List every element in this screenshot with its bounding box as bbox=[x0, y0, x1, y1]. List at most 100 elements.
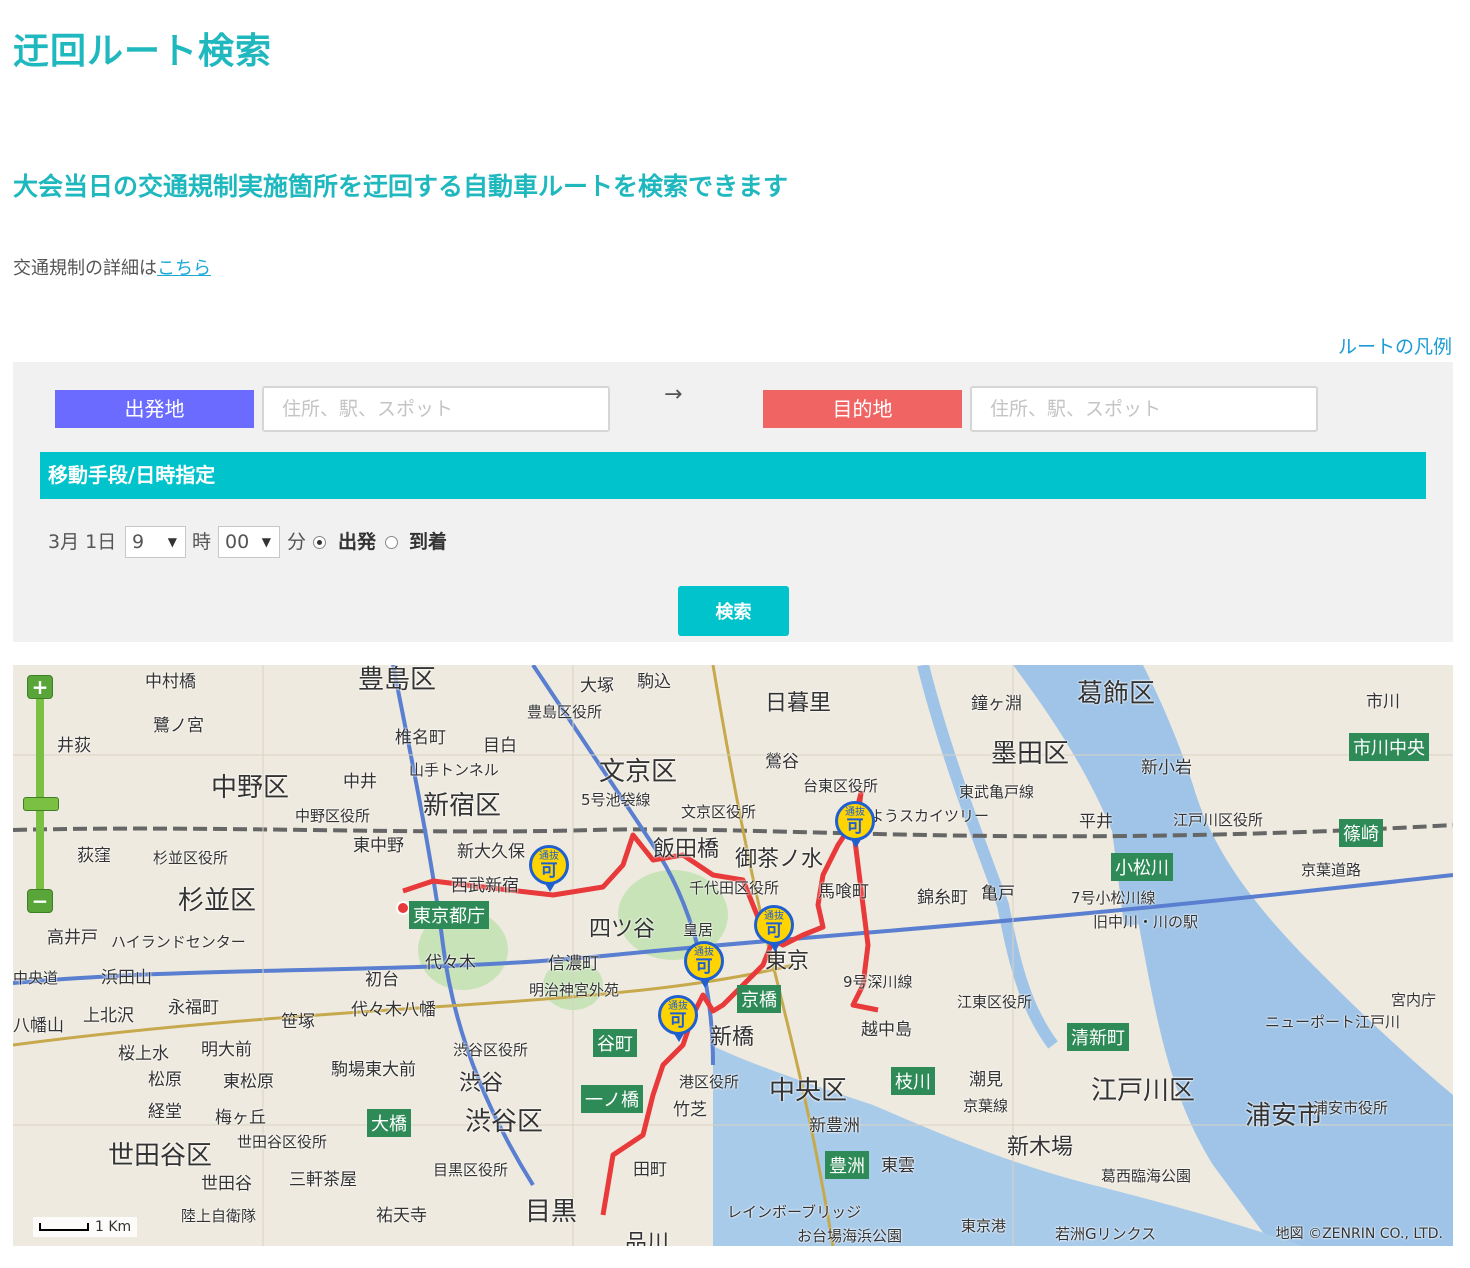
highlight-label: 一ノ橋 bbox=[581, 1085, 643, 1113]
town-label: 中井 bbox=[343, 772, 377, 792]
ward-label: 葛飾区 bbox=[1077, 679, 1156, 709]
town-label: 市川 bbox=[1366, 692, 1400, 712]
town-label: 三軒茶屋 bbox=[289, 1170, 357, 1190]
spot-label: 9号深川線 bbox=[843, 973, 913, 991]
scale-label: 1 Km bbox=[95, 1219, 132, 1235]
start-point-icon bbox=[396, 901, 410, 915]
route-legend-link[interactable]: ルートの凡例 bbox=[1338, 332, 1452, 359]
spot-label: 葛西臨海公園 bbox=[1101, 1167, 1192, 1185]
spot-label: 杉並区役所 bbox=[153, 849, 229, 867]
spot-label: 京葉道路 bbox=[1301, 861, 1362, 879]
origin-input[interactable] bbox=[262, 386, 610, 432]
town-label: 渋谷 bbox=[459, 1071, 504, 1096]
search-button[interactable]: 検索 bbox=[678, 586, 789, 636]
town-label: 明大前 bbox=[201, 1040, 252, 1060]
departure-label: 出発 bbox=[338, 531, 377, 553]
spot-label: 山手トンネル bbox=[409, 761, 499, 779]
spot-label: 港区役所 bbox=[679, 1073, 740, 1091]
ward-label: 浦安市 bbox=[1245, 1101, 1324, 1131]
town-label: 桜上水 bbox=[118, 1044, 169, 1064]
ward-label: 世田谷区 bbox=[108, 1141, 213, 1171]
minute-unit: 分 bbox=[287, 531, 307, 553]
town-label: 鷺ノ宮 bbox=[153, 716, 204, 736]
town-label: 中村橋 bbox=[145, 672, 196, 692]
detail-link[interactable]: こちら bbox=[157, 258, 211, 279]
zoom-track[interactable] bbox=[36, 695, 44, 895]
town-label: 上北沢 bbox=[83, 1006, 134, 1026]
town-label: 新大久保 bbox=[457, 842, 525, 862]
spot-label: 明治神宮外苑 bbox=[529, 981, 620, 999]
town-label: 東雲 bbox=[881, 1156, 915, 1176]
pin-bottom-label: 可 bbox=[669, 1011, 687, 1031]
map-copyright: 地図 ©ZENRIN CO., LTD. bbox=[1275, 1226, 1443, 1242]
ward-label: 墨田区 bbox=[991, 739, 1070, 769]
zoom-in-button[interactable]: + bbox=[27, 675, 53, 699]
ward-label: 文京区 bbox=[599, 757, 678, 787]
town-label: 梅ヶ丘 bbox=[215, 1108, 266, 1128]
spot-label: 京葉線 bbox=[963, 1097, 1009, 1115]
passable-pin-icon[interactable]: 通抜可 bbox=[754, 905, 794, 952]
town-label: 新豊洲 bbox=[809, 1116, 860, 1136]
ward-label: 中野区 bbox=[211, 773, 290, 803]
arrival-label: 到着 bbox=[409, 531, 448, 553]
spot-label: 中野区役所 bbox=[295, 807, 371, 825]
town-label: 鶯谷 bbox=[765, 752, 799, 772]
town-label: 新木場 bbox=[1007, 1135, 1074, 1160]
passable-pin-icon[interactable]: 通抜可 bbox=[529, 845, 569, 892]
spot-label: 台東区役所 bbox=[803, 777, 879, 795]
highlight-label: 小松川 bbox=[1111, 853, 1173, 881]
town-label: 潮見 bbox=[969, 1070, 1003, 1090]
town-label: 世田谷 bbox=[201, 1174, 252, 1194]
departure-radio[interactable] bbox=[313, 536, 326, 549]
town-label: 新小岩 bbox=[1141, 758, 1192, 778]
zoom-out-button[interactable]: − bbox=[27, 889, 53, 913]
minute-select[interactable]: 00 ▼ bbox=[218, 526, 280, 558]
spot-label: ニューポート江戸川 bbox=[1265, 1013, 1401, 1031]
town-label: 竹芝 bbox=[673, 1100, 707, 1120]
spot-label: 浦安市役所 bbox=[1313, 1099, 1389, 1117]
town-label: 目白 bbox=[483, 736, 517, 756]
town-label: 初台 bbox=[365, 970, 399, 990]
town-label: 駒場東大前 bbox=[331, 1060, 416, 1080]
passable-pin-icon[interactable]: 通抜可 bbox=[684, 941, 724, 988]
spot-label: 文京区役所 bbox=[681, 803, 757, 821]
ward-label: 杉並区 bbox=[178, 886, 257, 916]
spot-label: ハイランドセンター bbox=[111, 933, 246, 951]
spot-label: 東武亀戸線 bbox=[959, 783, 1035, 801]
destination-label: 目的地 bbox=[763, 390, 962, 428]
ward-label: 豊島区 bbox=[358, 665, 437, 695]
spot-label: 渋谷区役所 bbox=[453, 1041, 529, 1059]
town-label: 新橋 bbox=[710, 1025, 755, 1050]
destination-input[interactable] bbox=[970, 386, 1318, 432]
spot-label: 世田谷区役所 bbox=[237, 1133, 328, 1151]
zoom-control[interactable]: + − bbox=[23, 675, 59, 923]
town-label: 御茶ノ水 bbox=[735, 847, 824, 872]
pin-bottom-label: 可 bbox=[695, 957, 713, 977]
detail-text: 交通規制の詳細は bbox=[13, 258, 157, 279]
hour-value: 9 bbox=[132, 531, 145, 553]
town-label: 東中野 bbox=[353, 836, 404, 856]
search-panel: 出発地 → 目的地 移動手段/日時指定 3月 1日 9▼ 時 00▼ 分 出発 … bbox=[13, 362, 1453, 642]
minute-value: 00 bbox=[225, 531, 250, 553]
town-label: 鐘ヶ淵 bbox=[971, 694, 1022, 714]
spot-label: 宮内庁 bbox=[1391, 991, 1437, 1009]
spot-label: お台場海浜公園 bbox=[797, 1227, 903, 1245]
town-label: 高井戸 bbox=[47, 928, 98, 948]
town-label: 代々木八幡 bbox=[351, 1000, 436, 1020]
date-text: 3月 1日 bbox=[48, 531, 117, 553]
town-label: 代々木 bbox=[425, 953, 476, 973]
town-label: 井荻 bbox=[57, 736, 91, 756]
spot-label: 東京港 bbox=[961, 1217, 1007, 1235]
highlight-label: 大橋 bbox=[367, 1109, 411, 1137]
spot-label: 江戸川区役所 bbox=[1173, 811, 1264, 829]
highlight-label: 市川中央 bbox=[1349, 733, 1429, 761]
town-label: 平井 bbox=[1079, 812, 1113, 832]
map[interactable]: 豊島区 中野区 新宿区 文京区 杉並区 葛飾区 墨田区 渋谷区 世田谷区 中央区… bbox=[13, 665, 1453, 1246]
hour-select[interactable]: 9 ▼ bbox=[125, 526, 186, 558]
zoom-slider-handle[interactable] bbox=[23, 797, 59, 811]
passable-pin-icon[interactable]: 通抜可 bbox=[835, 801, 875, 848]
passable-pin-icon[interactable]: 通抜可 bbox=[658, 995, 698, 1042]
town-label: 椎名町 bbox=[395, 728, 446, 748]
arrival-radio[interactable] bbox=[385, 536, 398, 549]
highlight-label: 谷町 bbox=[593, 1029, 637, 1057]
